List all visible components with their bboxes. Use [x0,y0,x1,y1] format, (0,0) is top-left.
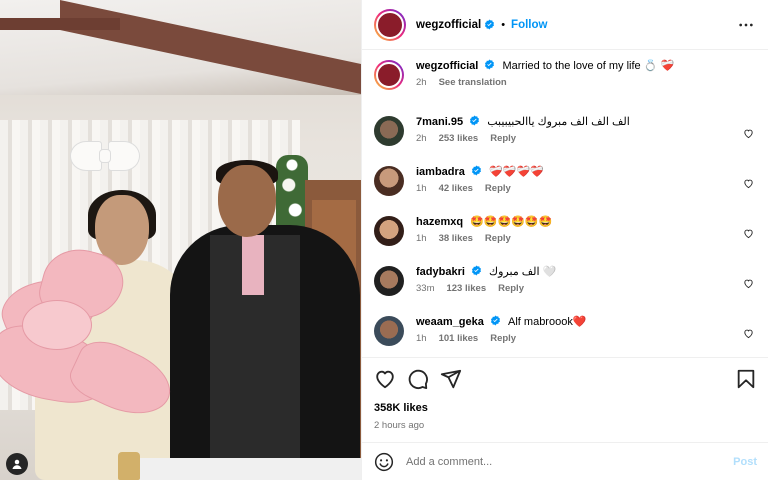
comment-text: ❤️‍🩹❤️‍🩹❤️‍🩹❤️‍🩹 [489,166,544,178]
tagged-users-button[interactable] [6,453,28,475]
comments-list[interactable]: wegzofficial Married to the love of my l… [362,50,768,357]
reply-button[interactable]: Reply [490,133,516,144]
comment-text: الف الف الف مبروك ياالحبيبيبب [487,116,630,128]
comment-avatar[interactable] [374,116,404,146]
comment-likes[interactable]: 123 likes [446,283,486,294]
post-side-panel: wegzofficial • Follow wegzofficial Marri… [361,0,768,480]
verified-badge-icon [469,115,480,126]
photo-bouquet [0,240,182,440]
comment-username[interactable]: hazemxq [416,216,463,228]
like-comment-icon[interactable] [743,178,754,189]
post-time: 2 hours ago [374,420,425,431]
header-separator: • [501,18,506,31]
author-avatar[interactable] [374,8,406,41]
reply-button[interactable]: Reply [498,283,524,294]
instagram-post-viewer: wegzofficial • Follow wegzofficial Marri… [0,0,768,480]
photo-bow [70,135,140,185]
photo-beam-left [0,18,120,30]
more-options-icon[interactable] [738,17,754,33]
user-icon [12,459,22,469]
author-username[interactable]: wegzofficial [416,19,481,31]
comment-time: 2h [416,133,427,144]
like-comment-icon[interactable] [743,278,754,289]
add-comment-bar: Post [362,442,768,480]
caption-avatar[interactable] [374,60,404,90]
caption-row: wegzofficial Married to the love of my l… [374,58,756,90]
comment-avatar[interactable] [374,316,404,346]
comment-avatar[interactable] [374,266,404,296]
comment-username[interactable]: 7mani.95 [416,116,463,128]
comment-text: 🤩🤩🤩🤩🤩🤩 [470,216,553,228]
verified-badge-icon [484,59,495,70]
comment-row: weaam_geka Alf mabroook❤️ 1h 101 likes R… [374,314,756,346]
post-actions: 358K likes 2 hours ago [362,357,768,439]
photo-cup [118,452,140,480]
comment-username[interactable]: iambadra [416,166,465,178]
comment-username[interactable]: weaam_geka [416,316,484,328]
verified-badge-icon [490,315,501,326]
comment-time: 1h [416,333,427,344]
reply-button[interactable]: Reply [490,333,516,344]
photo-table [120,458,361,480]
comment-row: iambadra ❤️‍🩹❤️‍🩹❤️‍🩹❤️‍🩹 1h 42 likes Re… [374,164,756,196]
likes-count[interactable]: 358K likes [374,402,757,414]
verified-badge-icon [471,265,482,276]
comment-row: hazemxq 🤩🤩🤩🤩🤩🤩 1h 38 likes Reply [374,214,756,246]
photo-man-face [218,165,276,237]
comment-row: 7mani.95 الف الف الف مبروك ياالحبيبيبب 2… [374,114,756,146]
comment-input[interactable] [406,455,734,468]
like-comment-icon[interactable] [743,328,754,339]
comment-likes[interactable]: 42 likes [439,183,473,194]
comment-avatar[interactable] [374,216,404,246]
comment-text: Alf mabroook❤️ [508,316,587,328]
post-header: wegzofficial • Follow [362,0,768,50]
post-comment-button[interactable]: Post [733,456,757,468]
comment-likes[interactable]: 253 likes [439,133,479,144]
caption-username[interactable]: wegzofficial [416,60,478,72]
photo-man-collar [242,235,264,295]
comment-row: fadybakri الف مبروك 🤍 33m 123 likes Repl… [374,264,756,296]
caption-text: Married to the love of my life 💍 ❤️‍🩹 [502,60,675,72]
like-comment-icon[interactable] [743,228,754,239]
comment-likes[interactable]: 38 likes [439,233,473,244]
follow-button[interactable]: Follow [511,19,547,31]
comment-likes[interactable]: 101 likes [439,333,479,344]
comment-icon[interactable] [407,368,429,390]
verified-badge-icon [471,165,482,176]
comment-time: 1h [416,183,427,194]
reply-button[interactable]: Reply [485,233,511,244]
verified-badge-icon [484,19,495,30]
comment-avatar[interactable] [374,166,404,196]
reply-button[interactable]: Reply [485,183,511,194]
like-icon[interactable] [374,368,396,390]
post-photo[interactable] [0,0,361,480]
comment-text: الف مبروك 🤍 [489,266,557,278]
comment-username[interactable]: fadybakri [416,266,465,278]
comment-time: 1h [416,233,427,244]
see-translation-link[interactable]: See translation [439,77,507,88]
emoji-icon[interactable] [374,452,394,472]
comment-time: 33m [416,283,435,294]
share-icon[interactable] [440,368,462,390]
like-comment-icon[interactable] [743,128,754,139]
save-icon[interactable] [735,368,757,390]
caption-time: 2h [416,77,427,88]
